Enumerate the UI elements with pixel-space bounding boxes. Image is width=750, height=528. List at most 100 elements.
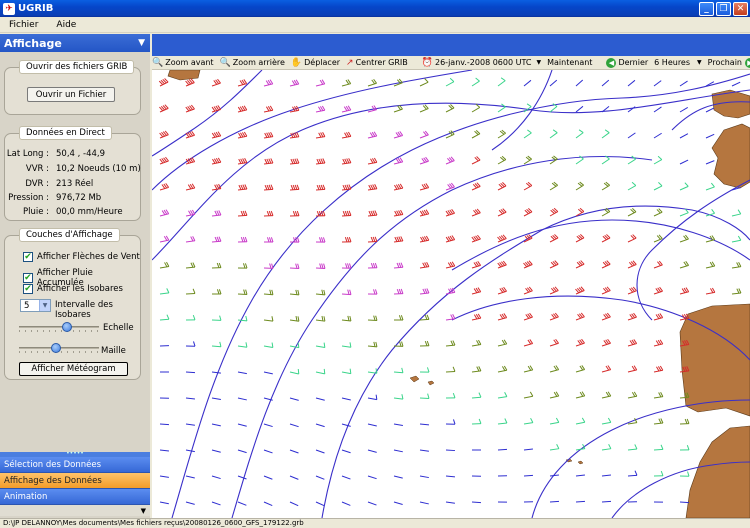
wind-barb <box>315 371 325 375</box>
wind-barb-feather <box>244 236 248 242</box>
menu-fichier[interactable]: Fichier <box>0 20 47 30</box>
wind-barb-feather <box>398 288 402 294</box>
wind-barb <box>731 292 742 295</box>
layers-group: Couches d'Affichage ✔ Afficher Flèches d… <box>4 228 141 380</box>
wind-barb <box>315 345 325 349</box>
wind-barb-feather <box>219 341 222 347</box>
wind-barb <box>497 106 506 113</box>
wind-barb-feather <box>292 184 296 190</box>
wind-barb <box>497 422 508 425</box>
wind-barb-feather <box>422 288 426 294</box>
wind-barb-feather <box>349 368 352 374</box>
wind-barb-feather <box>271 289 274 295</box>
wind-barb-feather <box>271 316 274 322</box>
wind-barb <box>549 448 559 451</box>
nav-overflow[interactable]: ▼ <box>0 505 150 516</box>
collapse-chevron-icon[interactable]: ▼ <box>138 38 145 48</box>
checkbox-isobars[interactable]: ✔ Afficher les Isobares <box>23 284 123 294</box>
mesh-slider[interactable] <box>19 343 99 353</box>
center-grib-button[interactable]: ↗ Centrer GRIB <box>346 58 408 68</box>
step-select[interactable]: 6 Heures ▼ <box>654 58 701 67</box>
weather-map[interactable] <box>152 70 750 518</box>
wind-barb-feather <box>607 417 612 423</box>
wind-barb <box>679 264 689 269</box>
isobar-interval-select[interactable]: 5 ▼ <box>20 299 51 312</box>
wind-barb-feather <box>608 444 612 449</box>
wind-barb-feather <box>426 367 430 373</box>
wind-barb <box>315 319 325 322</box>
wind-barb-feather <box>266 237 270 243</box>
wind-barb-feather <box>216 262 220 268</box>
wind-barb <box>367 397 377 401</box>
panel-header[interactable]: Affichage ▼ <box>0 34 150 52</box>
wind-barb-feather <box>297 316 300 322</box>
wind-barb <box>471 133 481 139</box>
map-canvas[interactable] <box>152 70 750 518</box>
wind-barb <box>653 396 663 399</box>
dvr-label: DVR : <box>25 179 49 189</box>
wind-barb <box>575 395 585 399</box>
wind-barb-feather <box>373 289 376 295</box>
scale-slider-track <box>19 326 99 328</box>
wind-barb <box>263 423 273 428</box>
wind-barb-feather <box>426 288 430 294</box>
wind-barb-feather <box>348 236 352 243</box>
mesh-slider-thumb[interactable] <box>50 343 61 353</box>
wind-barb-feather <box>193 341 196 347</box>
move-button[interactable]: ✋ Déplacer <box>291 58 340 68</box>
wind-barb <box>523 422 533 425</box>
tab-data-display[interactable]: Affichage des Données <box>0 473 150 489</box>
datetime-button[interactable]: ⏰ 26-janv.-2008 0600 UTC ▼ <box>422 58 541 68</box>
check-icon[interactable]: ✔ <box>23 273 33 283</box>
wind-barb-feather <box>318 184 322 190</box>
wind-barb-feather <box>346 210 350 216</box>
menu-aide[interactable]: Aide <box>47 20 85 30</box>
wind-barb-feather <box>426 314 430 320</box>
tab-data-selection[interactable]: Sélection des Données <box>0 457 150 473</box>
isobar-line <box>152 89 750 261</box>
wind-barb-feather <box>349 315 352 322</box>
wind-barb <box>601 79 610 87</box>
maximize-button[interactable]: ❐ <box>716 1 731 16</box>
meteogram-button[interactable]: Afficher Météogram <box>19 362 128 376</box>
wind-barb <box>341 449 351 454</box>
wind-barb-feather <box>321 263 324 269</box>
check-icon[interactable]: ✔ <box>23 284 33 294</box>
wind-barb-feather <box>424 288 428 294</box>
wind-barb <box>575 237 585 243</box>
isobar-line <box>152 70 473 191</box>
wind-barb-feather <box>342 211 346 217</box>
wind-barb <box>185 292 196 295</box>
zoom-in-button[interactable]: 🔍 Zoom avant <box>152 58 214 68</box>
wind-barb-feather <box>270 184 274 190</box>
tab-animation[interactable]: Animation <box>0 489 150 505</box>
wind-barb-feather <box>452 340 456 346</box>
open-file-button[interactable]: Ouvrir un Fichier <box>27 87 115 102</box>
chevron-down-icon[interactable]: ▼ <box>697 59 702 66</box>
next-button[interactable]: Prochain ▶ <box>708 57 750 68</box>
check-icon[interactable]: ✔ <box>23 252 33 262</box>
now-button[interactable]: Maintenant <box>547 58 592 67</box>
wind-barb <box>523 474 534 477</box>
chevron-down-icon[interactable]: ▼ <box>141 507 146 515</box>
chevron-down-icon[interactable]: ▼ <box>536 59 541 66</box>
wind-barb <box>497 396 507 399</box>
wind-barb <box>367 475 377 480</box>
scale-slider[interactable] <box>19 322 99 332</box>
wind-barb <box>419 475 429 479</box>
chevron-down-icon[interactable]: ▼ <box>39 300 50 311</box>
wind-barb-feather <box>323 289 326 295</box>
checkbox-wind-arrows[interactable]: ✔ Afficher Flèches de Vent <box>23 252 140 262</box>
last-button[interactable]: ◀ Dernier <box>606 57 648 68</box>
wind-barb-feather <box>372 236 376 242</box>
zoom-out-button[interactable]: 🔍 Zoom arrière <box>220 58 285 68</box>
close-button[interactable]: ✕ <box>733 1 748 16</box>
wind-barb <box>627 185 637 191</box>
wind-barb <box>315 501 325 507</box>
wind-barb <box>367 449 377 453</box>
wind-barb <box>601 158 610 165</box>
wind-barb <box>627 106 636 113</box>
wind-barb-feather <box>268 210 272 216</box>
minimize-button[interactable]: _ <box>699 1 714 16</box>
wind-barb <box>575 369 585 373</box>
